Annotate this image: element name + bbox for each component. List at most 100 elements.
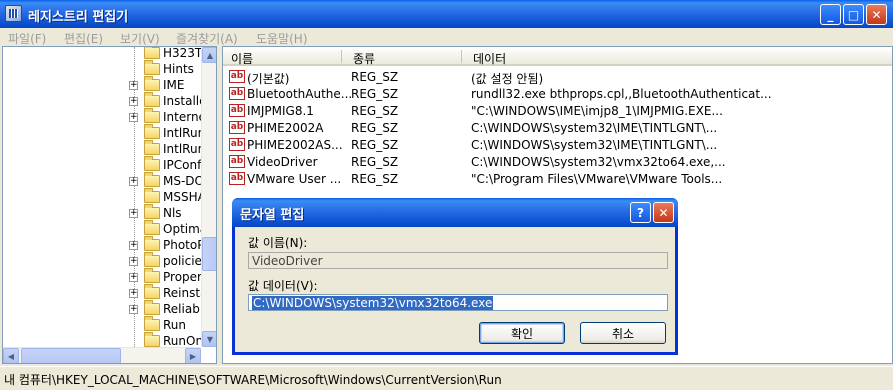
- value-name: PHIME2002A: [247, 121, 324, 135]
- folder-icon: [144, 92, 160, 107]
- scroll-up-button[interactable]: ▲: [202, 47, 216, 63]
- help-icon: ?: [637, 205, 644, 220]
- value-name-field: VideoDriver: [248, 252, 668, 269]
- list-row[interactable]: ab PHIME2002AS... REG_SZ C:\WINDOWS\system3…: [223, 136, 892, 153]
- tree-item[interactable]: IntlRun: [3, 140, 205, 157]
- column-header-name[interactable]: 이름: [231, 50, 253, 67]
- tree-item[interactable]: + Reinsta: [3, 284, 207, 301]
- minimize-icon: _: [827, 7, 834, 22]
- tree-item[interactable]: IntlRun: [3, 124, 205, 141]
- tree-item-label: Installe: [163, 94, 207, 108]
- menu-view[interactable]: 보기(V): [120, 30, 160, 47]
- status-path: 내 컴퓨터\HKEY_LOCAL_MACHINE\SOFTWARE\Micros…: [4, 373, 502, 387]
- expand-icon[interactable]: +: [129, 305, 138, 314]
- column-header-data[interactable]: 데이터: [473, 50, 506, 67]
- tree-item[interactable]: MSSHA: [3, 188, 206, 205]
- tree-item-label: Nls: [163, 206, 182, 220]
- registry-tree[interactable]: H323TS Hints + IME + Installe + Interne IntlRun I…: [2, 46, 217, 364]
- value-type: REG_SZ: [351, 121, 399, 135]
- scroll-thumb-horizontal[interactable]: [21, 348, 121, 363]
- folder-icon: [144, 220, 160, 235]
- folder-icon: [144, 47, 160, 59]
- dialog-close-button[interactable]: ✕: [653, 202, 674, 223]
- tree-item[interactable]: + Installe: [3, 92, 207, 109]
- dialog-title-bar[interactable]: 문자열 편집 ? ✕: [232, 198, 678, 227]
- value-name: PHIME2002AS...: [247, 138, 343, 152]
- list-row[interactable]: ab PHIME2002A REG_SZ C:\WINDOWS\system32\IM…: [223, 119, 892, 136]
- tree-item-label: Interne: [163, 110, 206, 124]
- menu-file[interactable]: 파일(F): [8, 30, 46, 47]
- scroll-thumb[interactable]: [202, 237, 216, 271]
- list-row[interactable]: ab VMware User ... REG_SZ "C:\Program Files…: [223, 170, 892, 187]
- tree-item[interactable]: H323TS: [3, 47, 210, 61]
- value-data: "C:\Program Files\VMware\VMware Tools...: [471, 172, 723, 186]
- menu-help[interactable]: 도움말(H): [256, 30, 308, 47]
- list-row[interactable]: ab BluetoothAuthe... REG_SZ rundll32.exe bt…: [223, 85, 892, 102]
- tree-item-label: PhotoP: [163, 238, 205, 252]
- expand-icon[interactable]: +: [129, 177, 138, 186]
- expand-icon[interactable]: +: [129, 97, 138, 106]
- tree-item[interactable]: + MS-DO: [3, 172, 204, 189]
- expand-icon[interactable]: +: [129, 209, 138, 218]
- list-row[interactable]: ab (기본값) REG_SZ (값 설정 안됨): [223, 68, 892, 86]
- folder-icon: [144, 140, 160, 155]
- tree-item[interactable]: + Nls: [3, 204, 203, 221]
- list-row[interactable]: ab VideoDriver REG_SZ C:\WINDOWS\system32\v…: [223, 153, 892, 170]
- tree-item[interactable]: Optima: [3, 220, 207, 237]
- value-data: rundll32.exe bthprops.cpl,,BluetoothAuth…: [471, 87, 772, 101]
- column-header-type[interactable]: 종류: [353, 50, 375, 67]
- column-separator[interactable]: [341, 50, 342, 63]
- window-title: 레지스트리 편집기: [28, 10, 129, 25]
- tree-item[interactable]: Run: [3, 316, 203, 333]
- ok-button-label: 확인: [510, 326, 534, 341]
- value-data-label: 값 데이터(V):: [248, 279, 318, 293]
- tree-item[interactable]: + IME: [3, 76, 203, 93]
- value-type: REG_SZ: [351, 172, 399, 186]
- expand-icon[interactable]: +: [129, 113, 138, 122]
- tree-item[interactable]: + Reliabi: [3, 300, 204, 317]
- regedit-app-icon: [5, 5, 22, 22]
- value-name: IMJPMIG8.1: [247, 104, 314, 118]
- column-separator[interactable]: [461, 50, 462, 63]
- expand-icon[interactable]: +: [129, 241, 138, 250]
- tree-item[interactable]: + PhotoP: [3, 236, 205, 253]
- tree-item[interactable]: + Interne: [3, 108, 206, 125]
- tree-item-label: Proper: [163, 270, 202, 284]
- expand-icon[interactable]: +: [129, 81, 138, 90]
- tree-horizontal-scrollbar[interactable]: ◀ ▶: [3, 347, 201, 363]
- tree-vertical-scrollbar[interactable]: ▲ ▼: [201, 47, 216, 347]
- value-name: VMware User ...: [247, 172, 342, 186]
- tree-item-label: Hints: [163, 62, 194, 76]
- cancel-button[interactable]: 취소: [580, 322, 666, 344]
- ok-button[interactable]: 확인: [479, 322, 565, 344]
- list-header: 이름 종류 데이터: [223, 47, 892, 67]
- expand-icon[interactable]: +: [129, 257, 138, 266]
- menu-favorites[interactable]: 즐겨찾기(A): [176, 30, 238, 47]
- tree-item[interactable]: Hints: [3, 60, 203, 77]
- dialog-help-button[interactable]: ?: [630, 202, 651, 223]
- value-data: C:\WINDOWS\system32\IME\TINTLGNT\...: [471, 138, 718, 152]
- tree-item-label: Reliabi: [163, 302, 204, 316]
- string-value-icon: ab: [229, 70, 245, 83]
- value-data-text: C:\WINDOWS\system32\vmx32to64.exe: [252, 296, 494, 310]
- scroll-left-button[interactable]: ◀: [3, 348, 19, 363]
- value-data-input[interactable]: C:\WINDOWS\system32\vmx32to64.exe: [248, 294, 668, 311]
- maximize-button[interactable]: □: [843, 4, 864, 25]
- status-bar: 내 컴퓨터\HKEY_LOCAL_MACHINE\SOFTWARE\Micros…: [0, 366, 893, 390]
- expand-icon[interactable]: +: [129, 289, 138, 298]
- scroll-right-button[interactable]: ▶: [185, 348, 201, 363]
- close-button[interactable]: ✕: [866, 4, 887, 25]
- list-row[interactable]: ab IMJPMIG8.1 REG_SZ "C:\WINDOWS\IME\imjp8_…: [223, 102, 892, 119]
- menu-edit[interactable]: 편집(E): [64, 30, 103, 47]
- menu-bar: 파일(F) 편집(E) 보기(V) 즐겨찾기(A) 도움말(H): [0, 28, 893, 46]
- tree-item[interactable]: + Proper: [3, 268, 203, 285]
- string-value-icon: ab: [229, 121, 245, 134]
- title-bar[interactable]: 레지스트리 편집기 _ □ ✕: [0, 0, 893, 28]
- scroll-down-button[interactable]: ▼: [202, 331, 216, 347]
- minimize-button[interactable]: _: [820, 4, 841, 25]
- tree-item-label: IME: [163, 78, 185, 92]
- tree-item[interactable]: IPConf: [3, 156, 203, 173]
- tree-item-label: policie: [163, 254, 202, 268]
- expand-icon[interactable]: +: [129, 273, 138, 282]
- tree-item[interactable]: + policie: [3, 252, 203, 269]
